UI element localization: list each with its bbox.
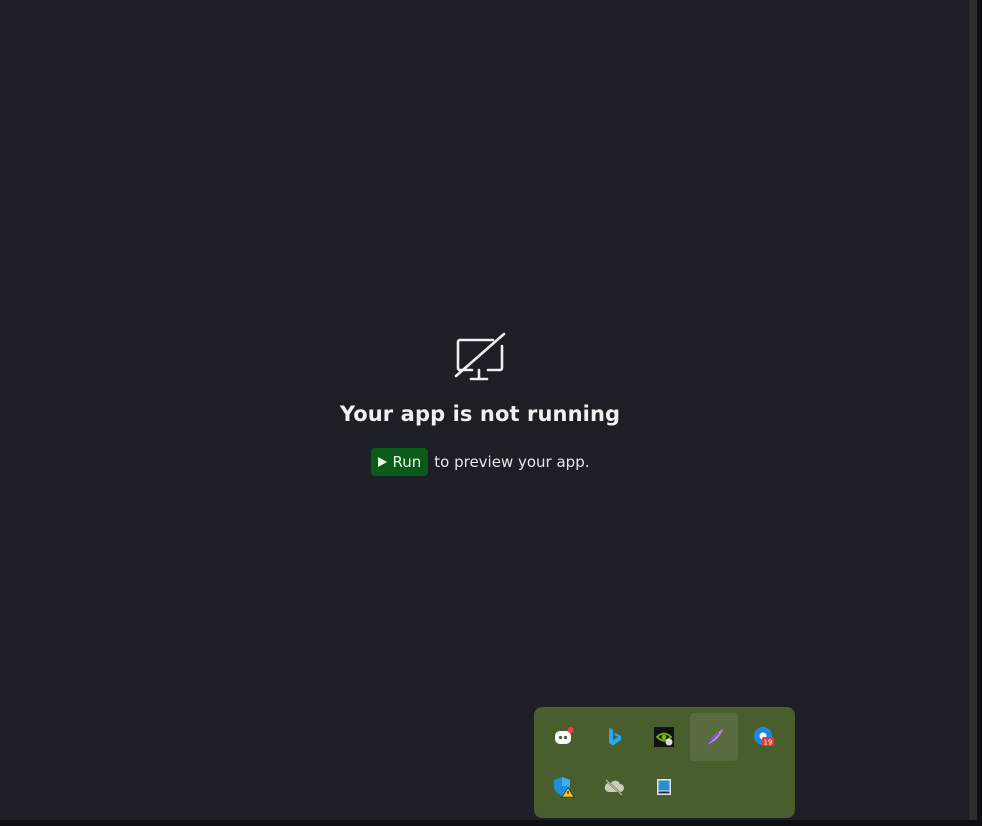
system-tray-overflow: 19 [534, 707, 795, 818]
tray-item-onedrive[interactable] [590, 763, 638, 811]
tray-item-display[interactable] [640, 763, 688, 811]
play-icon [377, 457, 387, 467]
window-bottom-border [0, 820, 982, 826]
tray-item-feather[interactable] [690, 713, 738, 761]
run-button-label: Run [392, 453, 422, 471]
tray-item-nvidia[interactable] [640, 713, 688, 761]
run-button[interactable]: Run [370, 448, 429, 476]
nvidia-icon [654, 727, 674, 747]
onedrive-icon [604, 779, 624, 796]
app-preview-pane: Your app is not running Run to preview y… [0, 0, 969, 820]
bing-icon [609, 728, 621, 746]
tray-item-defender[interactable] [540, 763, 588, 811]
window-right-border [969, 0, 982, 826]
defender-icon [554, 777, 575, 798]
display-icon [657, 779, 671, 795]
chrome-icon: 19 [754, 727, 774, 747]
not-running-panel: Your app is not running Run to preview y… [0, 330, 960, 476]
svg-text:19: 19 [764, 739, 773, 747]
page-title: Your app is not running [339, 402, 621, 426]
run-hint-row: Run to preview your app. [0, 448, 960, 476]
monitor-off-icon [454, 332, 506, 381]
tray-item-chrome[interactable]: 19 [740, 713, 788, 761]
tray-item-bing[interactable] [590, 713, 638, 761]
tray-item-discord[interactable] [540, 713, 588, 761]
discord-icon [555, 727, 574, 744]
run-hint-text: to preview your app. [434, 453, 590, 471]
feather-icon [705, 729, 723, 746]
